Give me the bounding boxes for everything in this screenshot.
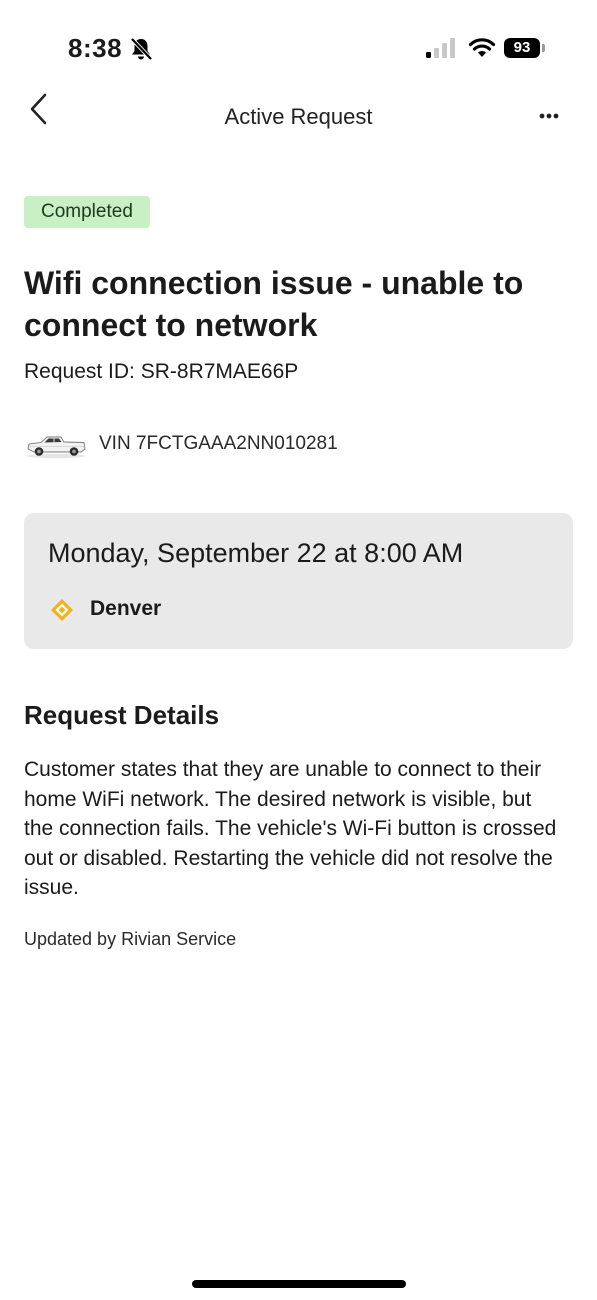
bell-slash-icon <box>130 37 153 61</box>
request-details-heading: Request Details <box>24 700 220 730</box>
home-indicator[interactable] <box>192 1280 406 1288</box>
appointment-location: Denver <box>90 597 162 620</box>
status-badge: Completed <box>24 196 150 228</box>
request-id: Request ID: SR-8R7MAE66P <box>24 360 299 383</box>
request-title: Wifi connection issue - unable to connec… <box>24 265 524 343</box>
rivian-diamond-icon <box>51 599 73 621</box>
page-title: Active Request <box>224 104 373 129</box>
vin-label: VIN 7FCTGAAA2NN010281 <box>99 433 338 454</box>
battery-level: 93 <box>504 38 540 58</box>
appointment-card[interactable]: Monday, September 22 at 8:00 AM Denver <box>24 513 573 649</box>
updated-by-label: Updated by Rivian Service <box>24 929 237 949</box>
wifi-icon <box>468 38 496 57</box>
request-details-body: Customer states that they are unable to … <box>24 758 557 899</box>
more-options-button[interactable] <box>532 104 566 128</box>
appointment-date: Monday, September 22 at 8:00 AM <box>48 538 464 568</box>
cellular-signal-icon <box>426 38 455 58</box>
battery-icon: 93 <box>504 38 546 58</box>
status-time: 8:38 <box>68 33 123 63</box>
vehicle-thumbnail <box>27 436 86 459</box>
